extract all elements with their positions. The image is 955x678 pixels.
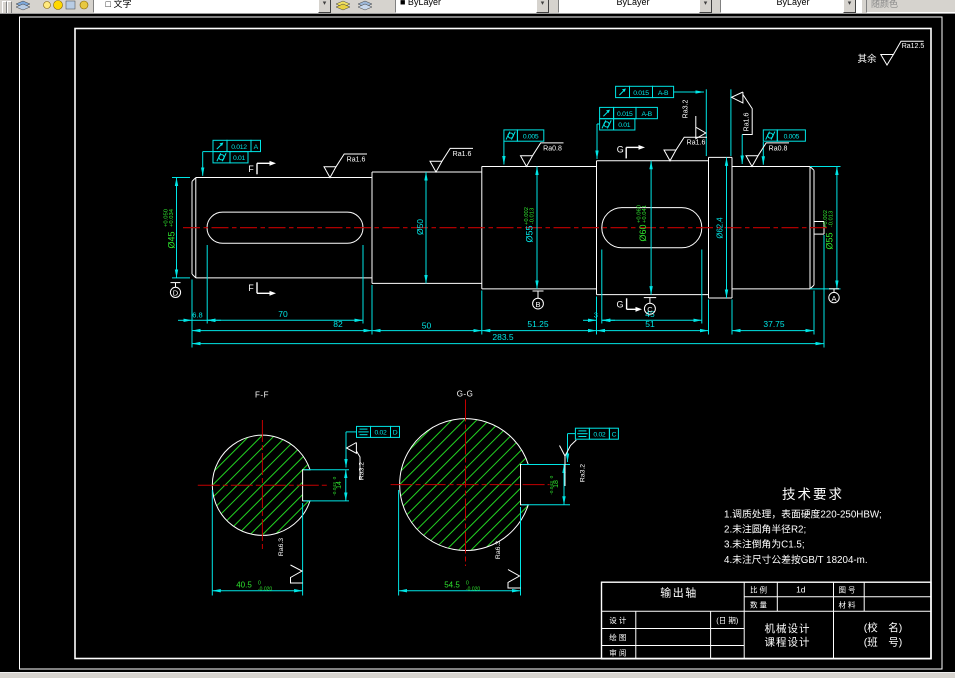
- svg-text:Ra1.6: Ra1.6: [687, 140, 706, 147]
- svg-text:3: 3: [594, 310, 598, 319]
- svg-text:(校 名): (校 名): [864, 621, 903, 634]
- svg-text:54.5: 54.5: [444, 581, 460, 590]
- svg-text:0.01: 0.01: [233, 155, 246, 162]
- svg-text:其余: 其余: [857, 53, 877, 65]
- svg-text:0.02: 0.02: [593, 432, 606, 439]
- svg-text:A: A: [254, 144, 259, 151]
- svg-text:G: G: [617, 145, 624, 155]
- svg-text:技术要求: 技术要求: [782, 487, 844, 502]
- svg-text:材 料: 材 料: [838, 599, 856, 609]
- svg-text:0.015: 0.015: [633, 90, 649, 97]
- svg-text:1.调质处理，表面硬度220-250HBW;: 1.调质处理，表面硬度220-250HBW;: [724, 508, 882, 521]
- svg-text:F: F: [248, 164, 254, 174]
- svg-text:-0.043: -0.043: [549, 481, 555, 495]
- svg-text:审 阅: 审 阅: [609, 648, 626, 658]
- svg-text:数 量: 数 量: [750, 599, 768, 609]
- svg-text:Ra1.6: Ra1.6: [347, 156, 366, 163]
- svg-text:82: 82: [333, 319, 343, 329]
- svg-text:C: C: [647, 305, 653, 314]
- svg-text:-0.020: -0.020: [466, 587, 480, 593]
- svg-text:Ra1.6: Ra1.6: [744, 113, 751, 132]
- svg-text:0.02: 0.02: [374, 430, 387, 437]
- svg-text:40.5: 40.5: [236, 581, 252, 590]
- svg-text:Ra3.2: Ra3.2: [683, 100, 690, 119]
- svg-text:输出轴: 输出轴: [660, 586, 698, 600]
- svg-text:0.012: 0.012: [231, 144, 247, 151]
- svg-text:Ra6.3: Ra6.3: [495, 541, 502, 559]
- svg-text:比 例: 比 例: [750, 585, 767, 595]
- svg-text:A-B: A-B: [641, 111, 652, 118]
- svg-text:0.005: 0.005: [523, 133, 539, 140]
- svg-text:Ø55: Ø55: [525, 225, 535, 242]
- svg-text:Ra3.2: Ra3.2: [580, 464, 587, 482]
- svg-text:Ø60: Ø60: [638, 224, 648, 241]
- svg-text:0: 0: [332, 476, 338, 479]
- svg-text:Ra3.2: Ra3.2: [359, 462, 366, 480]
- svg-text:Ra0.8: Ra0.8: [769, 145, 788, 152]
- svg-text:2.未注圆角半径R2;: 2.未注圆角半径R2;: [724, 523, 806, 536]
- svg-text:Ra6.3: Ra6.3: [278, 538, 285, 556]
- svg-text:70: 70: [278, 309, 288, 319]
- svg-text:C: C: [612, 432, 617, 439]
- svg-text:机械设计: 机械设计: [765, 622, 811, 635]
- svg-text:0.01: 0.01: [618, 122, 631, 129]
- svg-text:+0.041: +0.041: [642, 205, 648, 223]
- svg-text:51: 51: [645, 319, 655, 329]
- svg-text:(班 号): (班 号): [864, 637, 903, 649]
- svg-text:Ø45: Ø45: [167, 231, 177, 248]
- svg-text:Ra0.8: Ra0.8: [543, 145, 562, 152]
- svg-text:-0.020: -0.020: [258, 587, 272, 593]
- svg-text:+0.034: +0.034: [169, 208, 175, 227]
- svg-text:-0.013: -0.013: [530, 208, 536, 224]
- svg-text:F-F: F-F: [255, 391, 269, 400]
- svg-text:4.未注尺寸公差按GB/T 18204-m.: 4.未注尺寸公差按GB/T 18204-m.: [724, 553, 868, 566]
- svg-text:绘 图: 绘 图: [609, 632, 626, 642]
- svg-text:Ra12.5: Ra12.5: [902, 43, 925, 50]
- svg-text:图 号: 图 号: [838, 586, 855, 595]
- svg-text:0: 0: [549, 475, 555, 478]
- svg-text:51.25: 51.25: [527, 319, 549, 329]
- svg-text:1d: 1d: [796, 585, 806, 595]
- svg-text:G: G: [616, 300, 623, 310]
- svg-text:Ø50: Ø50: [415, 219, 425, 235]
- svg-text:A-B: A-B: [658, 90, 669, 97]
- svg-text:Ø62.4: Ø62.4: [716, 217, 725, 239]
- svg-text:Ø55: Ø55: [825, 232, 835, 249]
- svg-text:50: 50: [422, 321, 432, 331]
- svg-text:A: A: [831, 294, 836, 303]
- svg-text:Ra1.6: Ra1.6: [453, 151, 472, 158]
- svg-text:F: F: [248, 283, 254, 293]
- svg-text:课程设计: 课程设计: [765, 636, 811, 649]
- svg-text:-0.013: -0.013: [829, 211, 835, 227]
- svg-text:设 计: 设 计: [609, 615, 627, 625]
- svg-text:G-G: G-G: [457, 390, 474, 399]
- svg-text:283.5: 283.5: [492, 332, 514, 342]
- svg-text:D: D: [173, 289, 179, 298]
- svg-text:0.005: 0.005: [784, 133, 800, 140]
- svg-text:D: D: [393, 430, 398, 437]
- svg-text:-0.043: -0.043: [332, 482, 338, 496]
- svg-text:0.015: 0.015: [617, 111, 633, 118]
- svg-text:B: B: [535, 300, 540, 309]
- svg-text:37.75: 37.75: [763, 319, 785, 329]
- svg-text:6.8: 6.8: [192, 310, 202, 319]
- svg-text:(日 期): (日 期): [716, 616, 739, 625]
- svg-text:3.未注倒角为C1.5;: 3.未注倒角为C1.5;: [724, 538, 805, 551]
